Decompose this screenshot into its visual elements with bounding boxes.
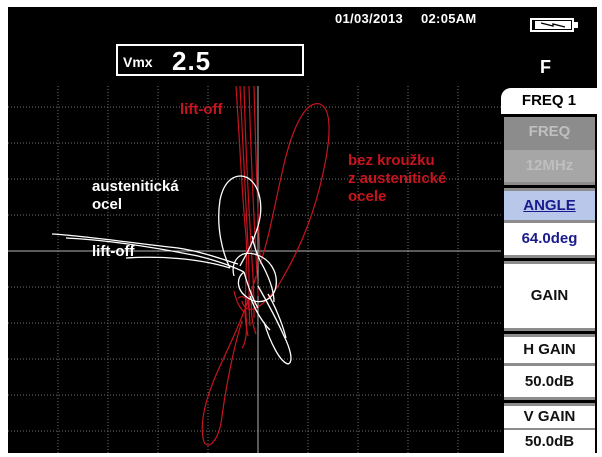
grid — [8, 86, 501, 453]
angle-label: ANGLE — [504, 191, 595, 220]
annotation-liftoff-red: lift-off — [180, 101, 223, 118]
impedance-plane-display — [8, 86, 501, 453]
annotation-austenitic-steel: austenitická ocel — [92, 178, 179, 214]
menu-title: FREQ 1 — [501, 88, 597, 114]
v-gain-button[interactable]: V GAIN 50.0dB — [504, 403, 595, 453]
readout-label: Vmx — [123, 54, 153, 70]
annotation-liftoff-white: lift-off — [92, 243, 135, 260]
date-text: 01/03/2013 — [335, 11, 404, 26]
gain-button[interactable]: GAIN — [504, 261, 595, 331]
date-time-display: 01/03/2013 02:05AM — [335, 11, 477, 26]
annotation-steel-line1: austenitická — [92, 178, 179, 195]
h-gain-label: H GAIN — [504, 337, 595, 363]
annotation-no-ring-line1: bez kroužku — [348, 152, 435, 169]
freq-label: FREQ — [528, 123, 571, 140]
battery-icon — [530, 18, 578, 32]
annotation-steel-line2: ocel — [92, 196, 123, 213]
instrument-screen: 01/03/2013 02:05AM F Vmx 2.5 lift-off be… — [8, 7, 597, 453]
v-gain-value: 50.0dB — [504, 430, 595, 453]
grid-center-axes — [8, 86, 501, 453]
freq-value: 12MHz — [504, 150, 595, 182]
h-gain-value: 50.0dB — [504, 366, 595, 397]
mode-indicator: F — [540, 57, 551, 77]
readout-value: 2.5 — [172, 46, 212, 76]
annotation-no-ring-line2: z austenitické — [348, 170, 447, 187]
v-gain-label: V GAIN — [504, 406, 595, 428]
measurement-readout: Vmx 2.5 — [116, 44, 304, 76]
time-text: 02:05AM — [421, 11, 477, 26]
h-gain-button[interactable]: H GAIN 50.0dB — [504, 334, 595, 400]
angle-value: 64.0deg — [504, 223, 595, 255]
angle-button[interactable]: ANGLE 64.0deg — [504, 188, 595, 258]
freq-button[interactable]: FREQ 12MHz — [504, 117, 595, 185]
gain-label: GAIN — [504, 264, 595, 328]
annotation-no-ring-line3: ocele — [348, 188, 387, 205]
side-menu: FREQ 1 FREQ 12MHz ANGLE 64.0deg GAIN H G… — [501, 86, 597, 453]
annotation-no-ring: bez kroužku z austenitické ocele — [348, 152, 446, 206]
